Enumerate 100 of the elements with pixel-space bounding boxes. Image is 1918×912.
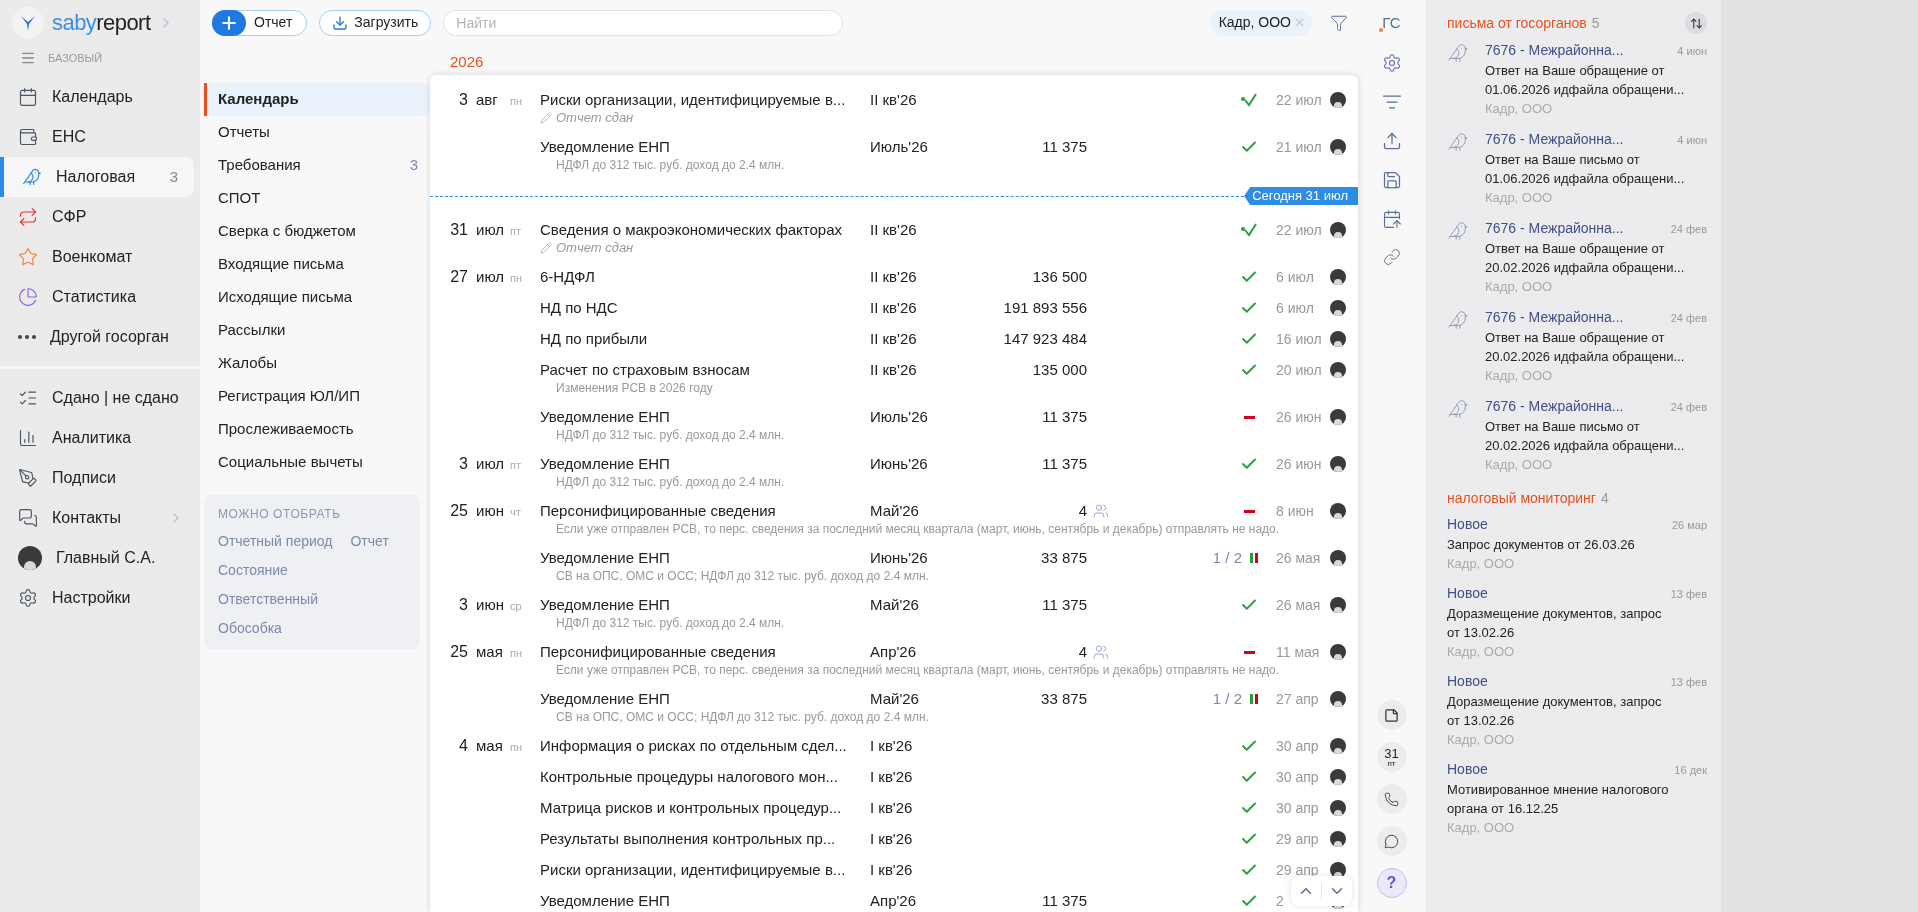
upload-button[interactable]: Загрузить xyxy=(319,9,432,36)
logo-icon[interactable] xyxy=(12,6,44,39)
menu-icon[interactable] xyxy=(20,50,36,66)
letter-text: Ответ на Ваше письмо от 01.06.2026 идфайла обращени... xyxy=(1485,151,1686,188)
nav-item[interactable]: Военкомат xyxy=(0,237,194,277)
report-note: Отчет сдан xyxy=(556,110,634,126)
deadline-date: 30 апр xyxy=(1276,798,1319,818)
deadline-date: 26 мая xyxy=(1276,595,1321,615)
section-item[interactable]: Сверка с бюджетом xyxy=(204,215,430,248)
calendar-upload-icon[interactable] xyxy=(1381,208,1402,229)
sender-name[interactable]: 7676 - Межрайонна... xyxy=(1485,396,1671,417)
count-label: 3 xyxy=(169,166,178,187)
request-date: 13 фев xyxy=(1670,587,1707,602)
report-title[interactable]: Уведомление ЕНП xyxy=(540,593,870,617)
report-title[interactable]: НД по НДС xyxy=(540,296,870,320)
day-number: 3 xyxy=(458,454,468,474)
report-title[interactable]: Матрица рисков и контрольных процедур... xyxy=(540,796,870,820)
sender-name[interactable]: 7676 - Межрайонна... xyxy=(1485,40,1678,61)
report-title[interactable]: Персонифицированные сведения xyxy=(540,499,870,523)
report-title[interactable]: Расчет по страховым взносам xyxy=(540,358,870,382)
nav-item[interactable]: Настройки xyxy=(0,578,200,618)
dash-icon xyxy=(1244,509,1255,513)
section-item[interactable]: Жалобы xyxy=(204,347,430,380)
report-title[interactable]: Риски организации, идентифицируемые в... xyxy=(540,88,870,112)
logo-text[interactable]: sabyreport xyxy=(52,6,151,39)
org-name: Кадр, ООО xyxy=(1485,100,1554,118)
nav-item[interactable]: Календарь xyxy=(0,77,194,117)
weekday-label: пн xyxy=(510,94,523,109)
people-icon xyxy=(1093,503,1109,519)
request-status[interactable]: Новое xyxy=(1447,514,1672,535)
help-button[interactable]: ? xyxy=(1376,868,1407,898)
report-title[interactable]: Персонифицированные сведения xyxy=(540,640,870,664)
report-title[interactable]: Уведомление ЕНП xyxy=(540,546,870,570)
report-title[interactable]: Уведомление ЕНП xyxy=(540,452,870,476)
nav-item[interactable]: Аналитика xyxy=(0,418,200,458)
sort-button[interactable] xyxy=(1685,12,1707,34)
section-item[interactable]: Рассылки xyxy=(204,314,430,347)
link-icon[interactable] xyxy=(1382,247,1401,266)
nav-item[interactable]: Статистика xyxy=(0,277,194,317)
day-number: 25 xyxy=(449,642,468,662)
chat-button[interactable] xyxy=(1376,826,1407,856)
report-title[interactable]: Уведомление ЕНП xyxy=(540,889,870,912)
report-title[interactable]: Результаты выполнения контрольных пр... xyxy=(540,827,870,851)
report-title[interactable]: Информация о рисках по отдельным сдел... xyxy=(540,734,870,758)
nav-item[interactable]: ЕНС xyxy=(0,117,194,157)
section-item[interactable]: Социальные вычеты xyxy=(204,446,430,479)
report-title[interactable]: НД по прибыли xyxy=(540,327,870,351)
org-name: Кадр, ООО xyxy=(1485,456,1554,474)
report-title[interactable]: Контрольные процедуры налогового мон... xyxy=(540,765,870,789)
section-item[interactable]: Требования 3 xyxy=(204,149,430,182)
org-name: Кадр, ООО xyxy=(1447,731,1516,749)
report-title[interactable]: 6-НДФЛ xyxy=(540,265,870,289)
sender-name[interactable]: 7676 - Межрайонна... xyxy=(1485,218,1671,239)
section-item[interactable]: Отчеты xyxy=(204,116,430,149)
section-item[interactable]: Исходящие письма xyxy=(204,281,430,314)
section-item[interactable]: СПОТ xyxy=(204,182,430,215)
search-field[interactable]: Найти xyxy=(443,9,844,36)
month-label: мая xyxy=(476,642,504,662)
report-title[interactable]: Уведомление ЕНП xyxy=(540,687,870,711)
request-status[interactable]: Новое xyxy=(1447,759,1675,780)
amount: 135 000 xyxy=(1032,359,1087,380)
nav-item[interactable]: СФР xyxy=(0,197,194,237)
section-item[interactable]: Прослеживаемость xyxy=(204,413,430,446)
phone-button[interactable] xyxy=(1376,784,1407,814)
report-title[interactable]: Уведомление ЕНП xyxy=(540,135,870,159)
letter-date: 24 фев xyxy=(1670,311,1707,326)
request-status[interactable]: Новое xyxy=(1447,583,1671,604)
report-button[interactable]: Отчет xyxy=(212,9,308,36)
period-label: I кв'26 xyxy=(870,797,914,818)
section-item[interactable]: Календарь xyxy=(204,83,430,116)
calendar-button[interactable]: 31 пт xyxy=(1376,742,1407,772)
note-button[interactable] xyxy=(1376,700,1407,730)
month-label: авг xyxy=(476,90,499,110)
deadline-date: 21 июл xyxy=(1276,137,1322,157)
request-status[interactable]: Новое xyxy=(1447,671,1671,692)
report-title[interactable]: Риски организации, идентифицируемые в... xyxy=(540,858,870,882)
letter-date: 4 июн xyxy=(1677,133,1707,148)
check-dot-icon xyxy=(1240,92,1258,108)
settings-icon[interactable] xyxy=(1381,52,1402,73)
org-label[interactable]: ГС xyxy=(1382,12,1401,35)
nav-item[interactable]: Главный С.А. xyxy=(0,538,200,578)
report-title[interactable]: Сведения о макроэкономических факторах xyxy=(540,218,870,242)
period-label: I кв'26 xyxy=(870,735,914,756)
nav-item[interactable]: Сдано | не сдано xyxy=(0,378,200,418)
nav-item[interactable]: Подписи xyxy=(0,458,200,498)
report-title[interactable]: Уведомление ЕНП xyxy=(540,405,870,429)
nav-item[interactable]: Другой госорган xyxy=(0,317,194,357)
filter-icon[interactable] xyxy=(1330,13,1348,32)
save-icon[interactable] xyxy=(1381,169,1402,190)
filter-chip[interactable]: Кадр, ООО xyxy=(1209,9,1312,36)
upload-icon[interactable] xyxy=(1381,130,1402,151)
nav-item[interactable]: Контакты xyxy=(0,498,200,538)
sender-name[interactable]: 7676 - Межрайонна... xyxy=(1485,129,1678,150)
letter-text: Ответ на Ваше обращение от 20.02.2026 идфайла обращени... xyxy=(1485,329,1686,366)
section-item[interactable]: Входящие письма xyxy=(204,248,430,281)
section-item[interactable]: Регистрация ЮЛ/ИП xyxy=(204,380,430,413)
sender-name[interactable]: 7676 - Межрайонна... xyxy=(1485,307,1671,328)
phone-icon xyxy=(1384,791,1399,807)
amount: 136 500 xyxy=(1032,266,1087,287)
nav-item[interactable]: Налоговая 3 xyxy=(0,157,194,197)
